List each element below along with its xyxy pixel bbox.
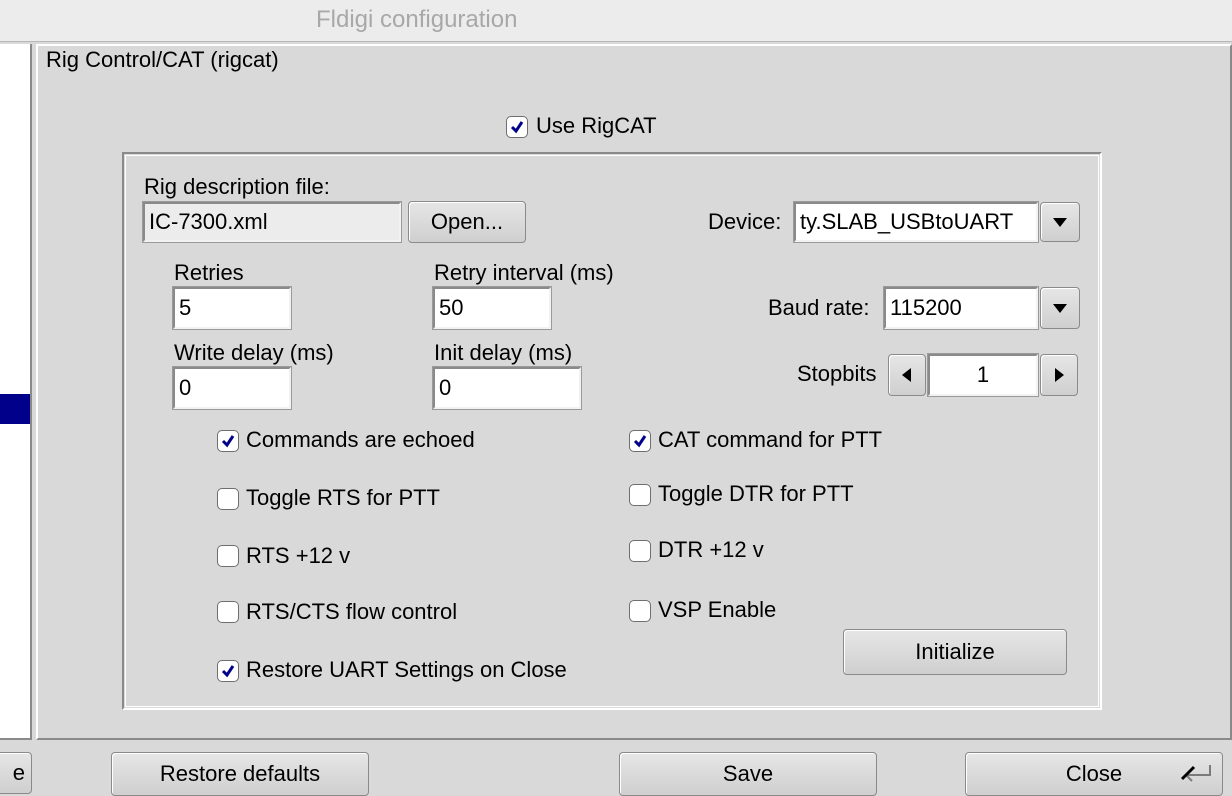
return-key-icon bbox=[1180, 765, 1211, 782]
retry-interval-input[interactable]: 50 bbox=[432, 286, 552, 330]
commands-echoed-label: Commands are echoed bbox=[246, 427, 475, 452]
chevron-down-icon bbox=[1053, 218, 1067, 227]
dtr-12v-checkbox[interactable] bbox=[629, 540, 651, 562]
restore-uart-label: Restore UART Settings on Close bbox=[246, 657, 567, 682]
cat-ptt-checkbox[interactable] bbox=[629, 430, 651, 452]
vsp-enable-checkbox[interactable] bbox=[629, 600, 651, 622]
use-rigcat-checkbox[interactable] bbox=[506, 116, 528, 138]
rts-12v-label: RTS +12 v bbox=[246, 543, 351, 568]
retry-interval-label: Retry interval (ms) bbox=[434, 260, 614, 285]
vsp-enable-label: VSP Enable bbox=[658, 597, 777, 622]
retries-input[interactable]: 5 bbox=[172, 286, 292, 330]
rts-12v-checkbox[interactable] bbox=[217, 545, 239, 567]
write-delay-label: Write delay (ms) bbox=[174, 340, 334, 365]
dtr-12v-label: DTR +12 v bbox=[658, 537, 764, 562]
restore-defaults-button[interactable]: Restore defaults bbox=[111, 752, 369, 796]
device-field[interactable]: ty.SLAB_USBtoUART bbox=[793, 201, 1039, 243]
close-button[interactable]: Close bbox=[965, 752, 1223, 796]
rts-cts-label: RTS/CTS flow control bbox=[246, 599, 458, 624]
init-delay-input[interactable]: 0 bbox=[432, 366, 582, 410]
device-dropdown-button[interactable] bbox=[1040, 202, 1080, 242]
chevron-left-icon bbox=[902, 368, 911, 382]
baud-rate-field[interactable]: 115200 bbox=[883, 286, 1039, 330]
panel-title: Rig Control/CAT (rigcat) bbox=[46, 47, 279, 72]
init-delay-label: Init delay (ms) bbox=[434, 340, 573, 365]
stopbits-value[interactable]: 1 bbox=[927, 353, 1039, 397]
close-button-label: Close bbox=[1065, 761, 1123, 786]
window-title: Fldigi configuration bbox=[316, 6, 518, 33]
checkmark-icon bbox=[221, 435, 235, 448]
config-tree-panel[interactable] bbox=[0, 44, 32, 740]
rts-cts-checkbox[interactable] bbox=[217, 601, 239, 623]
use-rigcat-label: Use RigCAT bbox=[536, 113, 657, 138]
write-delay-input[interactable]: 0 bbox=[172, 366, 292, 410]
stopbits-decrement-button[interactable] bbox=[888, 354, 926, 396]
restore-uart-checkbox[interactable] bbox=[217, 660, 239, 682]
rig-description-field[interactable]: IC-7300.xml bbox=[142, 201, 402, 243]
checkmark-icon bbox=[510, 121, 524, 134]
open-button[interactable]: Open... bbox=[408, 201, 526, 243]
baud-rate-label: Baud rate: bbox=[768, 295, 870, 320]
tree-selected-item[interactable] bbox=[0, 394, 30, 424]
retries-label: Retries bbox=[174, 260, 244, 285]
baud-rate-dropdown-button[interactable] bbox=[1040, 287, 1080, 329]
initialize-button[interactable]: Initialize bbox=[843, 629, 1067, 675]
checkmark-icon bbox=[633, 435, 647, 448]
toggle-dtr-label: Toggle DTR for PTT bbox=[658, 481, 854, 506]
save-button[interactable]: Save bbox=[619, 752, 877, 796]
rig-description-label: Rig description file: bbox=[144, 174, 330, 199]
chevron-right-icon bbox=[1055, 368, 1064, 382]
stopbits-increment-button[interactable] bbox=[1040, 354, 1078, 396]
cat-ptt-label: CAT command for PTT bbox=[658, 427, 883, 452]
toggle-rts-label: Toggle RTS for PTT bbox=[246, 485, 440, 510]
device-label: Device: bbox=[708, 209, 782, 234]
toggle-rts-checkbox[interactable] bbox=[217, 488, 239, 510]
partial-left-button[interactable]: e bbox=[0, 752, 32, 794]
stopbits-label: Stopbits bbox=[797, 361, 877, 386]
checkmark-icon bbox=[221, 665, 235, 678]
toggle-dtr-checkbox[interactable] bbox=[629, 484, 651, 506]
title-bar: Fldigi configuration bbox=[0, 0, 1232, 42]
commands-echoed-checkbox[interactable] bbox=[217, 430, 239, 452]
chevron-down-icon bbox=[1053, 304, 1067, 313]
